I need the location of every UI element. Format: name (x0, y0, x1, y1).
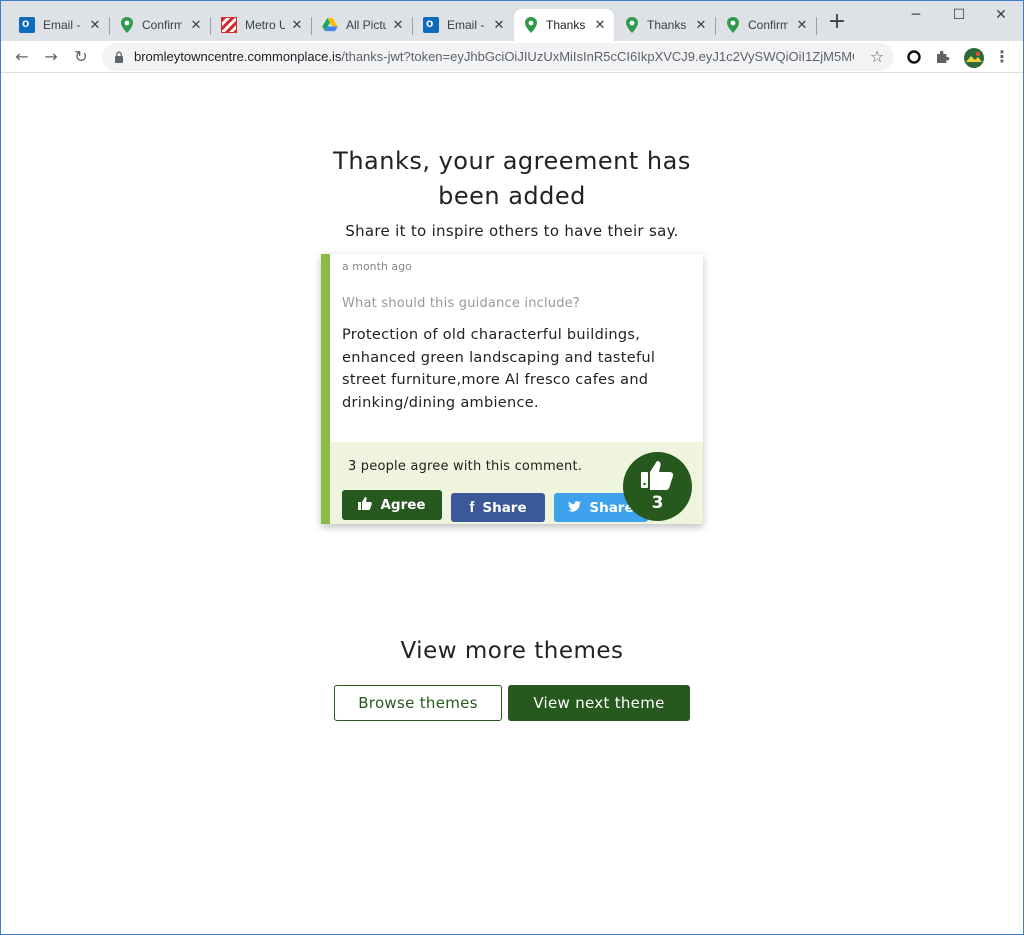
tab-label: Thanks (546, 18, 586, 32)
tab-metro[interactable]: Metro U ✕ (211, 9, 312, 41)
tab-thanks-2[interactable]: Thanks ✕ (615, 9, 716, 41)
metro-icon (221, 17, 237, 33)
extension-ring-icon[interactable] (904, 47, 924, 67)
facebook-share-label: Share (482, 499, 527, 516)
tab-strip: Email - k ✕ Confirm ✕ Metro U ✕ All Pict… (1, 1, 1023, 41)
view-next-theme-button[interactable]: View next theme (508, 685, 690, 721)
lock-icon (115, 51, 123, 63)
browse-themes-button[interactable]: Browse themes (334, 685, 502, 721)
tab-all-pictures[interactable]: All Pictu ✕ (312, 9, 413, 41)
agree-button[interactable]: Agree (342, 490, 442, 520)
tab-email-2[interactable]: Email - k ✕ (413, 9, 513, 41)
tab-label: Email - k (43, 18, 83, 32)
outlook-icon (19, 16, 35, 33)
url-text[interactable]: bromleytowncentre.commonplace.is/thanks-… (134, 43, 854, 71)
commonplace-pin-icon (524, 17, 538, 33)
back-button[interactable]: ← (12, 47, 32, 67)
agree-count-badge: 3 (623, 452, 692, 521)
minimize-button[interactable]: ─ (906, 7, 926, 23)
close-icon[interactable]: ✕ (491, 17, 507, 33)
bookmark-star-icon[interactable]: ☆ (868, 48, 886, 66)
window-close-button[interactable]: ✕ (991, 7, 1011, 23)
forward-button[interactable]: → (41, 47, 61, 67)
commonplace-pin-icon (625, 17, 639, 33)
close-icon[interactable]: ✕ (87, 17, 103, 33)
page-title: Thanks, your agreement has been added (333, 147, 691, 210)
profile-avatar[interactable] (963, 47, 984, 68)
commonplace-pin-icon (120, 17, 134, 33)
page-subtitle: Share it to inspire others to have their… (345, 222, 679, 240)
browser-toolbar: ← → ↻ bromleytowncentre.commonplace.is/t… (1, 41, 1023, 73)
extensions-puzzle-icon[interactable] (933, 47, 953, 67)
close-icon[interactable]: ✕ (592, 17, 608, 33)
tab-label: Confirm (142, 18, 182, 32)
agree-count: 3 (651, 493, 664, 513)
tab-label: Email - k (447, 18, 487, 32)
google-drive-icon (322, 17, 338, 33)
close-icon[interactable]: ✕ (794, 17, 810, 33)
thumbs-up-icon (641, 461, 674, 490)
address-bar[interactable]: bromleytowncentre.commonplace.is/thanks-… (102, 43, 894, 71)
commonplace-pin-icon (726, 17, 740, 33)
page-content: Thanks, your agreement has been added Sh… (1, 74, 1023, 934)
comment-question: What should this guidance include? (342, 296, 580, 311)
thumbs-up-icon (358, 496, 373, 514)
close-icon[interactable]: ✕ (188, 17, 204, 33)
tab-label: Metro U (245, 18, 285, 32)
agree-summary: 3 people agree with this comment. (348, 459, 583, 474)
tab-confirm-2[interactable]: Confirm ✕ (716, 9, 817, 41)
close-icon[interactable]: ✕ (693, 17, 709, 33)
comment-time: a month ago (342, 260, 412, 273)
outlook-icon (423, 16, 439, 33)
close-icon[interactable]: ✕ (289, 17, 305, 33)
tab-thanks-active[interactable]: Thanks ✕ (514, 9, 614, 41)
close-icon[interactable]: ✕ (390, 17, 406, 33)
comment-answer: Protection of old characterful buildings… (342, 327, 656, 411)
comment-card: a month ago What should this guidance in… (321, 254, 703, 524)
tab-label: Confirm (748, 18, 788, 32)
tab-label: Thanks (647, 18, 687, 32)
twitter-icon (568, 500, 582, 516)
new-tab-button[interactable]: + (827, 11, 847, 33)
facebook-icon: f (469, 499, 475, 516)
tab-confirm-1[interactable]: Confirm ✕ (110, 9, 211, 41)
card-accent-bar (321, 254, 330, 524)
tab-email-1[interactable]: Email - k ✕ (9, 9, 110, 41)
reload-button[interactable]: ↻ (71, 47, 91, 67)
more-themes-heading: View more themes (400, 638, 624, 664)
tab-label: All Pictu (346, 18, 386, 32)
maximize-button[interactable]: ☐ (949, 7, 969, 23)
facebook-share-button[interactable]: f Share (451, 493, 545, 522)
browser-menu-icon[interactable]: ⋮ (994, 47, 1010, 67)
agree-label: Agree (380, 497, 426, 513)
